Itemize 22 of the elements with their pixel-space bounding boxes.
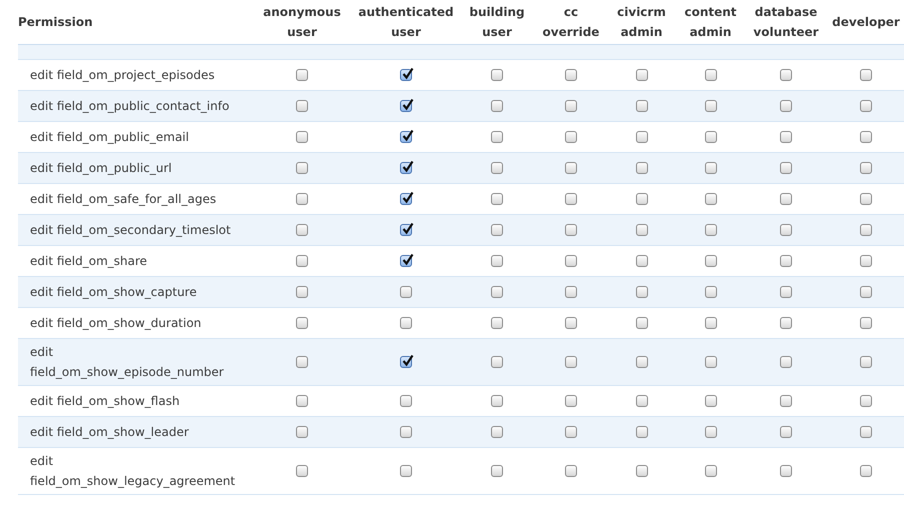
column-header: building user xyxy=(468,4,526,41)
permission-label: edit field_om_show_leader xyxy=(30,424,189,441)
column-header: Permission xyxy=(18,14,93,29)
permission-label: edit field_om_public_url xyxy=(30,160,172,177)
permission-label: edit field_om_show_capture xyxy=(30,284,197,301)
permission-label: edit field_om_show_legacy_agreement xyxy=(30,452,236,490)
column-header: anonymous user xyxy=(262,4,342,41)
column-header: authenticated user xyxy=(357,4,455,41)
column-header: content admin xyxy=(683,4,738,41)
permission-label: edit field_om_safe_for_all_ages xyxy=(30,190,216,208)
permission-label: edit field_om_project_episodes xyxy=(30,66,215,84)
column-header: cc override xyxy=(542,4,600,41)
column-header: civicrm admin xyxy=(616,4,667,41)
permission-label: edit field_om_public_email xyxy=(30,128,189,146)
column-header: developer xyxy=(832,14,900,31)
permission-label: edit field_om_show_episode_number xyxy=(30,344,225,381)
permission-label: edit field_om_share xyxy=(30,252,148,270)
permission-label: edit field_om_show_duration xyxy=(30,314,202,332)
column-header: database volunteer xyxy=(752,4,820,41)
permission-label: edit field_om_secondary_timeslot xyxy=(30,222,231,239)
permission-label: edit field_om_show_flash xyxy=(30,392,180,410)
permission-label: edit field_om_public_contact_info xyxy=(30,98,230,115)
